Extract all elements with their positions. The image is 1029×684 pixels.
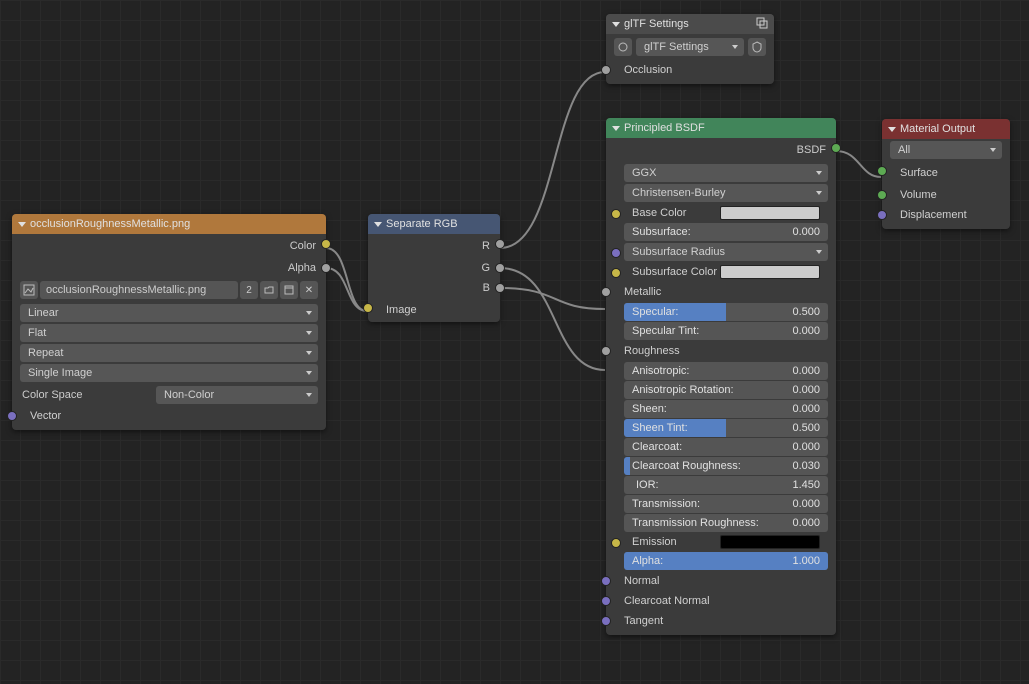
base-color-row: Base Color [624,204,828,222]
subsurface-color-row: Subsurface Color [624,263,828,281]
node-group-icon[interactable] [756,17,768,32]
clearcoat-slider[interactable]: Clearcoat:0.000 [624,438,828,456]
principled-bsdf-node[interactable]: Principled BSDF BSDF GGX Christensen-Bur… [606,118,836,635]
projection-dropdown[interactable]: Flat [20,324,318,342]
collapse-icon[interactable] [374,222,382,227]
fake-user-icon[interactable] [748,38,766,56]
input-displacement: Displacement [882,205,1010,225]
transmission-slider[interactable]: Transmission:0.000 [624,495,828,513]
node-header[interactable]: occlusionRoughnessMetallic.png [12,214,326,234]
unlink-icon[interactable]: ✕ [300,281,318,299]
socket-metallic-in[interactable] [601,287,611,297]
input-surface: Surface [882,161,1010,185]
socket-image-in[interactable] [363,303,373,313]
output-g: G [368,258,500,278]
socket-base-color-in[interactable] [611,209,621,219]
socket-occlusion-in[interactable] [601,65,611,75]
material-output-node[interactable]: Material Output All Surface Volume Displ… [882,119,1010,229]
socket-roughness-in[interactable] [601,346,611,356]
color-space-label: Color Space [20,389,150,401]
specular-tint-slider[interactable]: Specular Tint:0.000 [624,322,828,340]
interpolation-dropdown[interactable]: Linear [20,304,318,322]
color-space-dropdown[interactable]: Non-Color [156,386,318,404]
socket-displacement-in[interactable] [877,210,887,220]
emission-swatch[interactable] [720,535,820,549]
target-dropdown[interactable]: All [890,141,1002,159]
node-title: Material Output [900,123,975,135]
specular-slider[interactable]: Specular:0.500 [624,303,828,321]
tangent-row: Tangent [606,611,836,631]
subsurface-slider[interactable]: Subsurface:0.000 [624,223,828,241]
open-file-icon[interactable] [260,281,278,299]
image-selector-row: occlusionRoughnessMetallic.png 2 ✕ [12,278,326,302]
sheen-slider[interactable]: Sheen:0.000 [624,400,828,418]
ior-slider[interactable]: IOR:1.450 [624,476,828,494]
image-texture-node[interactable]: occlusionRoughnessMetallic.png Color Alp… [12,214,326,430]
socket-clearcoat-normal-in[interactable] [601,596,611,606]
users-count-icon[interactable]: 2 [240,281,258,299]
image-browse-icon[interactable] [20,281,38,299]
distribution-dropdown[interactable]: GGX [624,164,828,182]
output-b: B [368,278,500,298]
socket-b-out[interactable] [495,283,505,293]
socket-vector-in[interactable] [7,411,17,421]
input-vector: Vector [12,406,326,426]
collapse-icon[interactable] [612,22,620,27]
socket-g-out[interactable] [495,263,505,273]
extension-dropdown[interactable]: Repeat [20,344,318,362]
sss-method-dropdown[interactable]: Christensen-Burley [624,184,828,202]
collapse-icon[interactable] [18,222,26,227]
gltf-settings-node[interactable]: glTF Settings glTF Settings Occlusion [606,14,774,84]
sheen-tint-slider[interactable]: Sheen Tint:0.500 [624,419,828,437]
emission-row: Emission [624,533,828,551]
pack-icon[interactable] [280,281,298,299]
image-name-field[interactable]: occlusionRoughnessMetallic.png [40,281,238,299]
socket-surface-in[interactable] [877,166,887,176]
input-occlusion: Occlusion [606,60,774,80]
output-alpha: Alpha [12,258,326,278]
socket-r-out[interactable] [495,239,505,249]
metallic-row: Metallic [606,282,836,302]
separate-rgb-node[interactable]: Separate RGB R G B Image [368,214,500,322]
input-volume: Volume [882,185,1010,205]
socket-alpha-out[interactable] [321,263,331,273]
socket-volume-in[interactable] [877,190,887,200]
node-header[interactable]: Principled BSDF [606,118,836,138]
node-title: glTF Settings [624,18,752,30]
input-image: Image [368,298,500,322]
socket-subsurface-color-in[interactable] [611,268,621,278]
transmission-roughness-slider[interactable]: Transmission Roughness:0.000 [624,514,828,532]
alpha-slider[interactable]: Alpha:1.000 [624,552,828,570]
clearcoat-normal-row: Clearcoat Normal [606,591,836,611]
anisotropic-slider[interactable]: Anisotropic:0.000 [624,362,828,380]
socket-normal-in[interactable] [601,576,611,586]
collapse-icon[interactable] [888,127,896,132]
anisotropic-rotation-slider[interactable]: Anisotropic Rotation:0.000 [624,381,828,399]
node-header[interactable]: Separate RGB [368,214,500,234]
output-bsdf: BSDF [606,138,836,162]
clearcoat-roughness-slider[interactable]: Clearcoat Roughness:0.030 [624,457,828,475]
socket-tangent-in[interactable] [601,616,611,626]
socket-color-out[interactable] [321,239,331,249]
roughness-row: Roughness [606,341,836,361]
output-r: R [368,234,500,258]
collapse-icon[interactable] [612,126,620,131]
node-title: occlusionRoughnessMetallic.png [30,218,190,230]
node-header[interactable]: glTF Settings [606,14,774,34]
socket-subsurface-radius-in[interactable] [611,248,621,258]
node-title: Principled BSDF [624,122,705,134]
normal-row: Normal [606,571,836,591]
node-header[interactable]: Material Output [882,119,1010,139]
subsurface-radius-dropdown[interactable]: Subsurface Radius [624,243,828,261]
node-title: Separate RGB [386,218,458,230]
source-dropdown[interactable]: Single Image [20,364,318,382]
group-name-dropdown[interactable]: glTF Settings [636,38,744,56]
subsurface-color-swatch[interactable] [720,265,820,279]
socket-bsdf-out[interactable] [831,143,841,153]
socket-emission-in[interactable] [611,538,621,548]
base-color-swatch[interactable] [720,206,820,220]
group-browse-icon[interactable] [614,38,632,56]
output-color: Color [12,234,326,258]
